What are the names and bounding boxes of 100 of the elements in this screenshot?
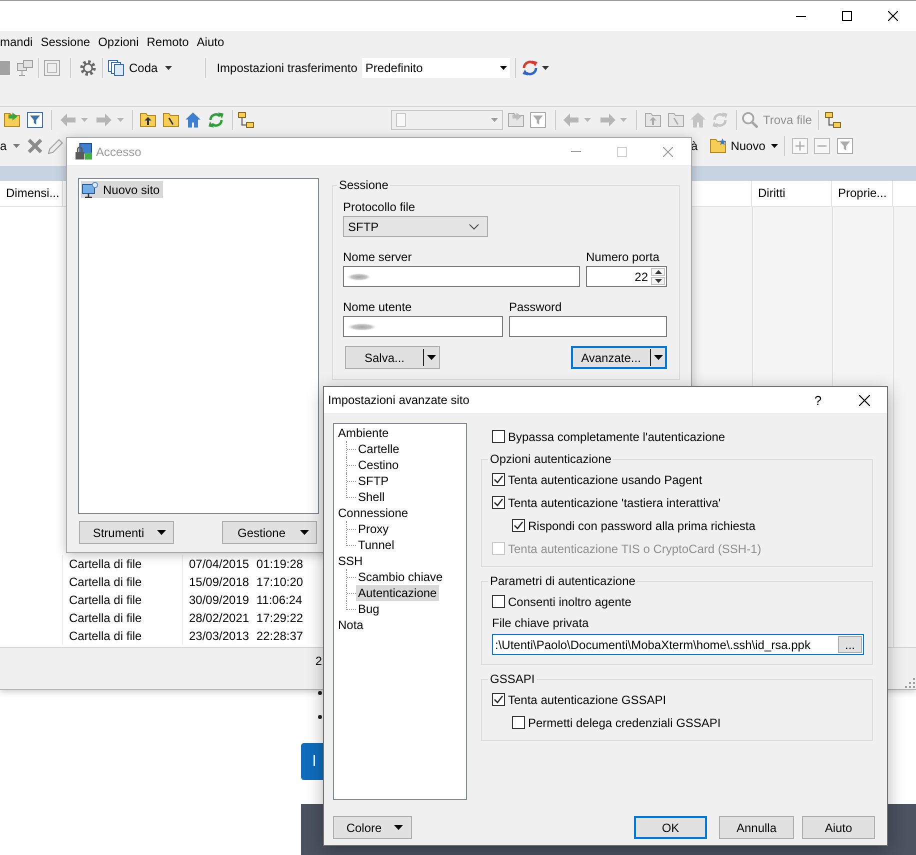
spin-down-button[interactable] — [651, 277, 665, 285]
column-header[interactable]: Proprie... — [832, 181, 893, 206]
checkbox[interactable] — [492, 473, 505, 486]
tree-item[interactable]: Proxy — [356, 521, 391, 537]
caret-icon[interactable] — [542, 66, 550, 70]
advanced-button[interactable]: Avanzate... — [571, 346, 667, 369]
square-icon — [396, 113, 406, 127]
tree-item[interactable]: SFTP — [356, 473, 391, 489]
folder-arrow-icon[interactable] — [4, 112, 20, 128]
menu-item[interactable]: mandi — [0, 33, 37, 51]
cancel-button[interactable]: Annulla — [719, 816, 794, 839]
arrow-right-icon[interactable] — [600, 112, 616, 128]
save-button[interactable]: Salva... — [345, 346, 440, 369]
color-button[interactable]: Colore — [333, 816, 412, 839]
tree-item[interactable]: Cestino — [356, 457, 401, 473]
column-header[interactable]: Diritti — [752, 181, 832, 206]
checkbox[interactable] — [512, 519, 525, 532]
link-button[interactable]: I — [301, 743, 323, 780]
field-label: Nome server — [343, 250, 413, 264]
column-header[interactable]: Dimensi... — [0, 181, 63, 206]
tree-item[interactable]: Bug — [356, 601, 382, 617]
host-input[interactable] — [343, 266, 580, 287]
help-title-button[interactable]: ? — [795, 387, 841, 413]
tree-item[interactable]: Scambio chiave — [356, 569, 445, 585]
ok-button[interactable]: OK — [634, 816, 707, 839]
arrow-left-icon[interactable] — [60, 112, 76, 128]
new-button[interactable]: Nuovo — [710, 135, 778, 157]
site-item[interactable]: Nuovo sito — [81, 181, 163, 198]
close-icon[interactable] — [858, 394, 870, 406]
manage-button[interactable]: Gestione — [222, 521, 317, 544]
path-dropdown[interactable] — [391, 110, 503, 130]
filter-icon[interactable] — [837, 138, 854, 154]
checkbox-label: Bypassa completamente l'autenticazione — [508, 430, 726, 444]
tree-item[interactable]: Nota — [336, 617, 366, 633]
caret-icon — [654, 355, 663, 360]
checkbox-label: Permetti delega credenziali GSSAPI — [528, 716, 721, 730]
checkbox[interactable] — [492, 595, 505, 608]
sync-icon[interactable] — [522, 60, 538, 76]
checkbox-label: Tenta autenticazione 'tastiera interattiva' — [508, 496, 721, 510]
window-title: Accesso — [96, 144, 142, 158]
pen-icon[interactable] — [48, 138, 64, 154]
menu-item[interactable]: Remoto — [142, 33, 193, 51]
checkbox[interactable] — [512, 716, 525, 729]
checkbox-label: Rispondi con password alla prima richiesta — [528, 518, 756, 532]
monitors-icon[interactable] — [17, 60, 33, 76]
checkbox[interactable] — [492, 496, 505, 509]
checkbox[interactable] — [492, 430, 505, 443]
triangle-down-icon — [654, 279, 662, 283]
bullet-icon — [318, 691, 322, 695]
redaction-blur-icon — [346, 322, 378, 330]
transfer-settings-dropdown[interactable]: Predefinito — [362, 58, 510, 78]
filter-icon[interactable] — [530, 112, 546, 128]
tree-item[interactable]: Shell — [356, 489, 387, 505]
menu-item[interactable]: Sessione — [36, 33, 94, 51]
checkbox[interactable] — [492, 693, 505, 706]
protocol-dropdown[interactable]: SFTP — [343, 216, 488, 237]
folder-up-icon[interactable] — [140, 112, 156, 128]
minus-icon[interactable] — [814, 138, 830, 154]
tree-item[interactable]: Connessione — [336, 505, 410, 521]
spin-up-button[interactable] — [651, 268, 665, 276]
arrow-right-icon[interactable] — [96, 112, 112, 128]
refresh-icon[interactable] — [712, 112, 728, 128]
tools-button[interactable]: Strumenti — [79, 521, 174, 544]
maximize-icon[interactable] — [842, 11, 852, 21]
caret-icon — [427, 355, 436, 360]
settings-icon[interactable] — [80, 60, 96, 76]
home-icon[interactable] — [185, 112, 201, 128]
cross-icon[interactable] — [26, 138, 43, 154]
plus-icon[interactable] — [792, 138, 808, 154]
chevron-down-icon — [469, 224, 479, 230]
home-icon[interactable] — [690, 112, 706, 128]
folder-arrow-icon[interactable] — [508, 112, 524, 128]
close-icon[interactable] — [888, 11, 898, 21]
tree-item[interactable]: Cartelle — [356, 441, 402, 457]
caret-icon — [500, 66, 508, 70]
folder-icon[interactable] — [163, 112, 179, 128]
tree-icon[interactable] — [824, 112, 841, 128]
field-label: Nome utente — [343, 300, 413, 314]
tree-item[interactable]: Autenticazione — [356, 585, 439, 601]
help-button[interactable]: Aiuto — [802, 816, 875, 839]
tree-item[interactable]: Ambiente — [336, 425, 391, 441]
key-file-input[interactable]: :\Utenti\Paolo\Documenti\MobaXterm\home\.ssh\id_rsa.ppk ... — [492, 634, 864, 655]
tree-item[interactable]: SSH — [336, 553, 365, 569]
arrow-left-icon[interactable] — [563, 112, 579, 128]
redaction-blur-icon — [346, 272, 372, 280]
table-cell-text: 30/09/2019 11:06:24 — [188, 592, 302, 609]
tree-icon[interactable] — [238, 112, 254, 128]
password-input[interactable] — [509, 316, 667, 337]
port-spinner[interactable]: 22 — [586, 266, 667, 287]
username-input[interactable] — [343, 316, 503, 337]
queue-button[interactable]: Coda — [108, 57, 172, 79]
filter-icon[interactable] — [27, 112, 43, 128]
tree-item[interactable]: Tunnel — [356, 537, 396, 553]
browse-button[interactable]: ... — [838, 636, 862, 653]
menu-item[interactable]: Aiuto — [192, 33, 228, 51]
refresh-icon[interactable] — [208, 112, 224, 128]
window-icon[interactable] — [44, 60, 60, 76]
checkbox-label: Tenta autenticazione usando Pagent — [508, 472, 702, 486]
menu-item[interactable]: Opzioni — [94, 33, 143, 51]
table-cell-text: 23/03/2013 22:28:37 — [188, 628, 304, 645]
